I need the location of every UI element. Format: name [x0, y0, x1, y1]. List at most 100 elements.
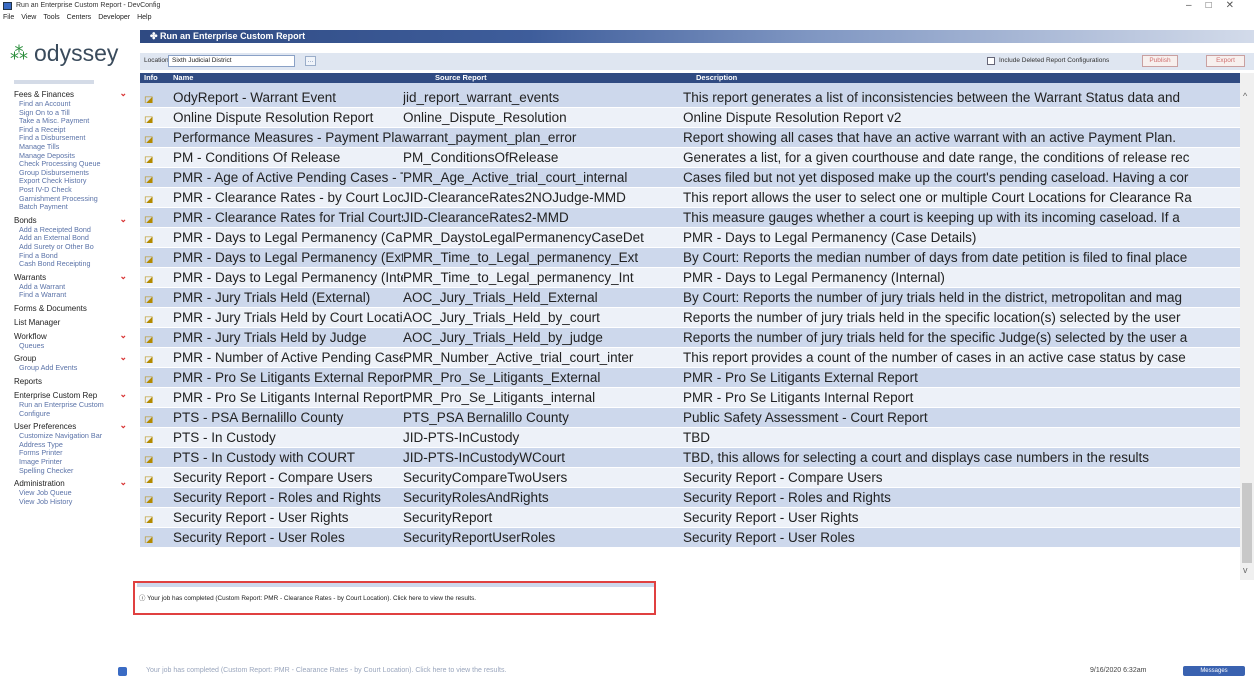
info-icon[interactable]: ◪ — [144, 191, 158, 203]
sidebar-item[interactable]: Export Check History — [0, 177, 133, 186]
menu-item[interactable]: View — [21, 14, 36, 21]
sidebar-item[interactable]: Image Printer — [0, 458, 133, 467]
location-input[interactable]: Sixth Judicial District — [168, 55, 295, 67]
sidebar-item[interactable]: Check Processing Queue — [0, 160, 133, 169]
sidebar-item[interactable]: Find a Disbursement — [0, 134, 133, 143]
info-icon[interactable]: ◪ — [144, 91, 158, 103]
table-row[interactable]: ◪ Security Report - User Rights SecurityRe… — [140, 508, 1240, 528]
sidebar-item[interactable]: Find an Account — [0, 100, 133, 109]
info-icon[interactable]: ◪ — [144, 511, 158, 523]
table-row[interactable]: ◪ OdyReport - Warrant Event jid_report_war… — [140, 88, 1240, 108]
chevron-down-icon[interactable]: ⌄ — [119, 477, 127, 488]
publish-button[interactable]: Publish — [1142, 55, 1178, 67]
sidebar-item[interactable]: Group Add Events — [0, 364, 133, 373]
sidebar-section[interactable]: Bonds ⌄ — [0, 214, 133, 226]
table-row[interactable]: ◪ PMR - Days to Legal Permanency (Ext PMR_… — [140, 248, 1240, 268]
sidebar-item[interactable]: Sign On to a Till — [0, 109, 133, 118]
sidebar-section-title[interactable]: Reports — [14, 377, 42, 386]
sidebar-section-title[interactable]: Enterprise Custom Rep — [14, 391, 97, 400]
info-icon[interactable]: ◪ — [144, 291, 158, 303]
info-icon[interactable]: ◪ — [144, 271, 158, 283]
table-row[interactable]: ◪ PMR - Clearance Rates for Trial Courts J… — [140, 208, 1240, 228]
sidebar-section-title[interactable]: Forms & Documents — [14, 304, 87, 313]
info-icon[interactable]: ◪ — [144, 131, 158, 143]
table-scrollbar[interactable]: ^ v — [1240, 73, 1254, 580]
header-name[interactable]: Name — [173, 73, 193, 83]
info-icon[interactable]: ◪ — [144, 351, 158, 363]
table-row[interactable]: ◪ PMR - Jury Trials Held (External) AOC_Ju… — [140, 288, 1240, 308]
info-icon[interactable]: ◪ — [144, 151, 158, 163]
info-icon[interactable]: ◪ — [144, 311, 158, 323]
scrollbar-thumb[interactable] — [1242, 483, 1252, 563]
include-deleted-checkbox[interactable] — [987, 57, 995, 65]
info-icon[interactable]: ◪ — [144, 471, 158, 483]
menu-item[interactable]: File — [3, 14, 14, 21]
header-description[interactable]: Description — [696, 73, 737, 83]
chevron-down-icon[interactable]: ⌄ — [119, 389, 127, 400]
chevron-down-icon[interactable]: ⌄ — [119, 420, 127, 431]
sidebar-section-title[interactable]: Group — [14, 354, 36, 363]
sidebar-section[interactable]: Workflow ⌄ — [0, 330, 133, 342]
sidebar-item[interactable]: Add a Warrant — [0, 283, 133, 292]
scroll-up-icon[interactable]: ^ — [1243, 91, 1247, 101]
sidebar-section[interactable]: User Preferences ⌄ — [0, 420, 133, 432]
status-message[interactable]: Your job has completed (Custom Report: P… — [146, 664, 506, 678]
table-row[interactable]: ◪ PMR - Days to Legal Permanency (Cas PMR_… — [140, 228, 1240, 248]
table-row[interactable]: ◪ PMR - Clearance Rates - by Court Loca JI… — [140, 188, 1240, 208]
menu-item[interactable]: Developer — [98, 14, 130, 21]
table-row[interactable]: ◪ PMR - Jury Trials Held by Court Locatic… — [140, 308, 1240, 328]
sidebar-item[interactable]: Find a Bond — [0, 252, 133, 261]
info-icon[interactable]: ◪ — [144, 391, 158, 403]
table-row[interactable]: ◪ PMR - Number of Active Pending Case PMR_… — [140, 348, 1240, 368]
export-button[interactable]: Export — [1206, 55, 1245, 67]
location-lookup-button[interactable]: … — [305, 56, 316, 66]
sidebar-item[interactable]: View Job Queue — [0, 489, 133, 498]
sidebar-section-title[interactable]: Workflow — [14, 332, 47, 341]
sidebar-item[interactable]: Forms Printer — [0, 449, 133, 458]
info-icon[interactable]: ◪ — [144, 531, 158, 543]
menu-item[interactable]: Centers — [67, 14, 92, 21]
sidebar-section-title[interactable]: Bonds — [14, 216, 37, 225]
sidebar-item[interactable]: Batch Payment — [0, 203, 133, 212]
sidebar-item[interactable]: Add Surety or Other Bo — [0, 243, 133, 252]
info-icon[interactable]: ◪ — [144, 491, 158, 503]
table-row[interactable]: ◪ Security Report - User Roles SecurityRep… — [140, 528, 1240, 548]
sidebar-item[interactable]: Add an External Bond — [0, 234, 133, 243]
table-row[interactable]: ◪ PMR - Days to Legal Permanency (Inte PMR… — [140, 268, 1240, 288]
sidebar-item[interactable]: Manage Tills — [0, 143, 133, 152]
sidebar-section[interactable]: Forms & Documents — [0, 303, 133, 314]
chevron-down-icon[interactable]: ⌄ — [119, 88, 127, 99]
sidebar-item[interactable]: Find a Receipt — [0, 126, 133, 135]
sidebar-section[interactable]: Reports — [0, 376, 133, 387]
sidebar-item[interactable]: Take a Misc. Payment — [0, 117, 133, 126]
sidebar-section[interactable]: Fees & Finances ⌄ — [0, 88, 133, 100]
table-row[interactable]: ◪ PTS - PSA Bernalillo County PTS_PSA Bern… — [140, 408, 1240, 428]
info-icon[interactable]: ◪ — [144, 251, 158, 263]
table-row[interactable]: ◪ Security Report - Compare Users Security… — [140, 468, 1240, 488]
chevron-down-icon[interactable]: ⌄ — [119, 271, 127, 282]
sidebar-item[interactable]: Run an Enterprise Custom — [0, 401, 133, 410]
sidebar-section[interactable]: List Manager — [0, 317, 133, 328]
sidebar-section-title[interactable]: List Manager — [14, 318, 60, 327]
sidebar-item[interactable]: Post IV-D Check — [0, 186, 133, 195]
info-icon[interactable]: ◪ — [144, 371, 158, 383]
info-icon[interactable]: ◪ — [144, 171, 158, 183]
header-source[interactable]: Source Report — [435, 73, 487, 83]
info-icon[interactable]: ◪ — [144, 231, 158, 243]
chevron-down-icon[interactable]: ⌄ — [119, 330, 127, 341]
messages-button[interactable]: Messages — [1183, 666, 1245, 676]
sidebar-item[interactable]: Address Type — [0, 441, 133, 450]
sidebar-section[interactable]: Warrants ⌄ — [0, 271, 133, 283]
sidebar-item[interactable]: Garnishment Processing — [0, 195, 133, 204]
sidebar-item[interactable]: Cash Bond Receipting — [0, 260, 133, 269]
sidebar-item[interactable]: Queues — [0, 342, 133, 351]
scroll-down-icon[interactable]: v — [1243, 565, 1248, 575]
info-icon[interactable]: ◪ — [144, 451, 158, 463]
sidebar-item[interactable]: Group Disbursements — [0, 169, 133, 178]
notification-message[interactable]: ⓘ Your job has completed (Custom Report:… — [139, 593, 476, 602]
header-info[interactable]: Info — [144, 73, 158, 83]
sidebar-section[interactable]: Administration ⌄ — [0, 477, 133, 489]
table-row[interactable]: ◪ PTS - In Custody JID-PTS-InCustody TBD — [140, 428, 1240, 448]
table-row[interactable]: ◪ PMR - Jury Trials Held by Judge AOC_Jury… — [140, 328, 1240, 348]
table-row[interactable]: ◪ Online Dispute Resolution Report Online_… — [140, 108, 1240, 128]
